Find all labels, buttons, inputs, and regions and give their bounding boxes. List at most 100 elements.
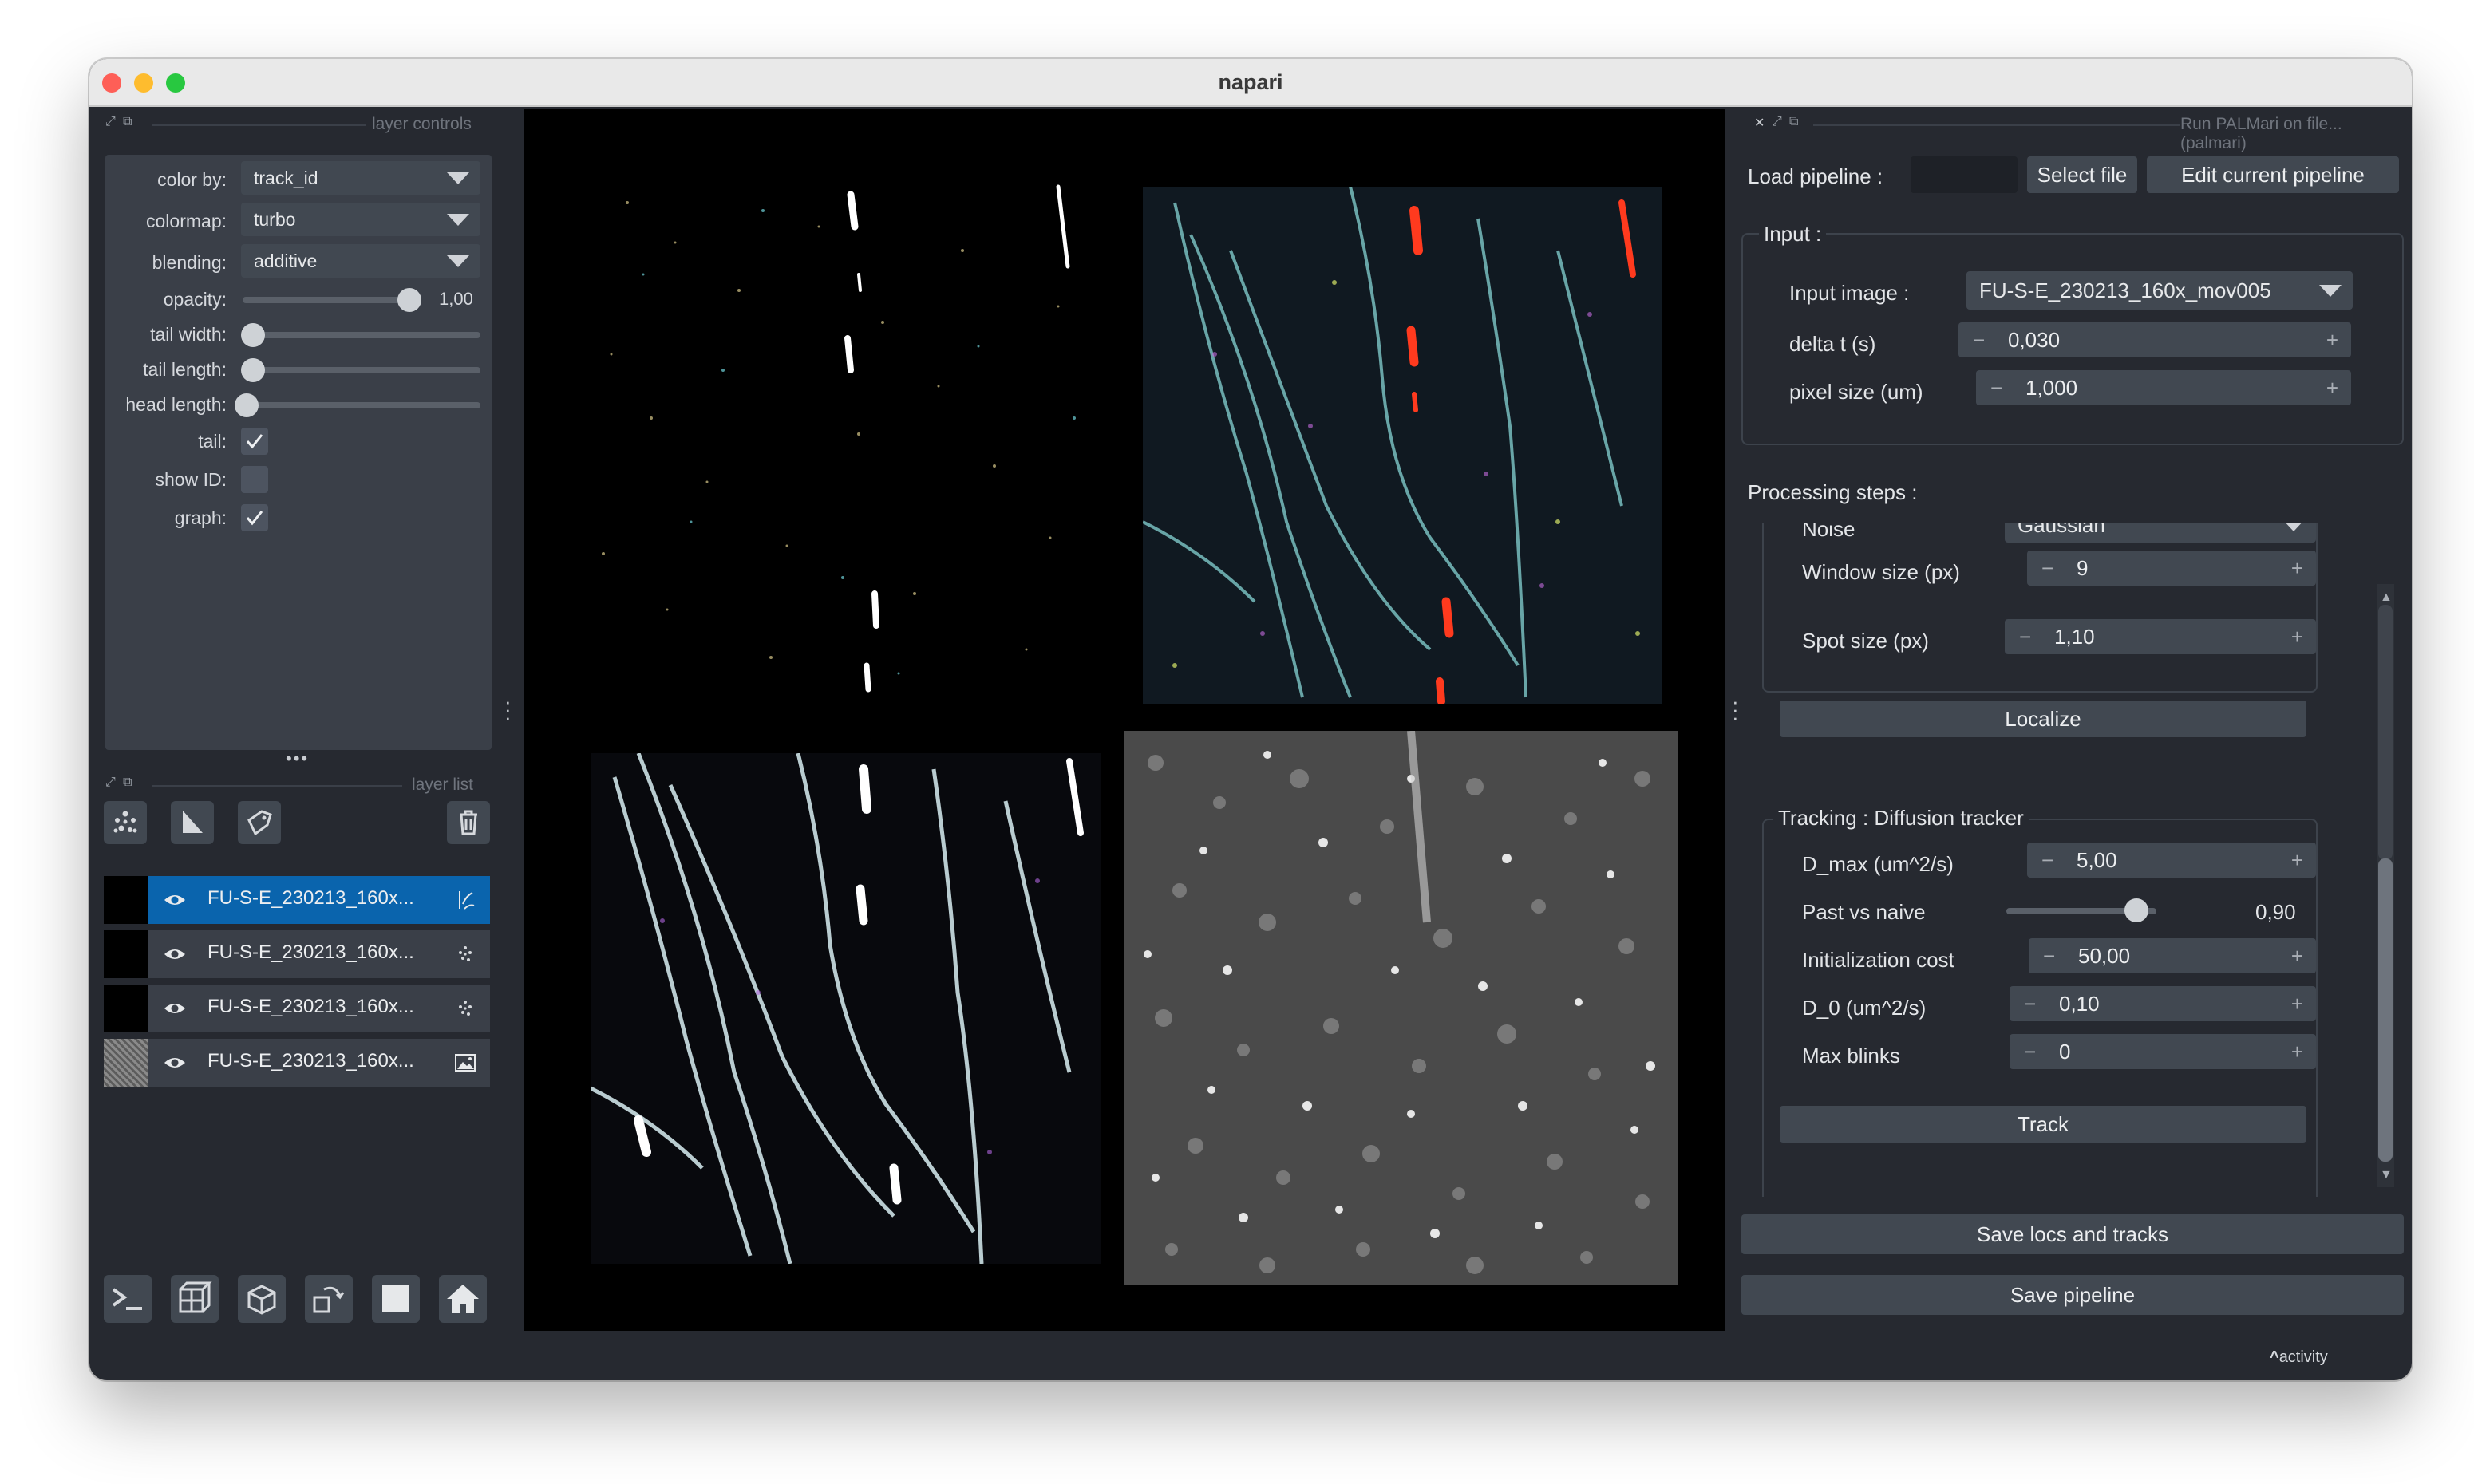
chevron-down-icon xyxy=(447,255,469,267)
new-labels-layer-button[interactable] xyxy=(238,801,281,844)
layer-name[interactable]: FU-S-E_230213_160x... xyxy=(207,887,414,910)
toggle-ndisplay-button[interactable] xyxy=(171,1275,219,1323)
initialization-cost-spinbox[interactable]: − 50,00 + xyxy=(2029,938,2316,973)
increment-icon[interactable]: + xyxy=(2291,1034,2303,1069)
increment-icon[interactable]: + xyxy=(2291,843,2303,878)
dock-close-icon[interactable]: ⧉ xyxy=(1789,115,1798,129)
eye-icon[interactable] xyxy=(163,945,187,964)
layer-row[interactable]: FU-S-E_230213_160x... xyxy=(104,876,490,924)
layer-row[interactable]: FU-S-E_230213_160x... xyxy=(104,1039,490,1087)
increment-icon[interactable]: + xyxy=(2291,986,2303,1021)
select-file-button[interactable]: Select file xyxy=(2027,156,2137,193)
rotate-icon xyxy=(313,1286,345,1313)
blending-dropdown[interactable]: additive xyxy=(241,244,480,278)
d-max-value: 5,00 xyxy=(2077,848,2117,872)
save-pipeline-button[interactable]: Save pipeline xyxy=(1741,1275,2404,1315)
increment-icon[interactable]: + xyxy=(2326,370,2338,405)
tracks-panel-white xyxy=(591,753,1101,1264)
tail-length-slider-handle[interactable] xyxy=(241,358,265,382)
decrement-icon[interactable]: − xyxy=(2024,986,2036,1021)
window-size-spinbox[interactable]: − 9 + xyxy=(2027,551,2316,586)
past-vs-naive-slider-handle[interactable] xyxy=(2124,898,2148,922)
dock-float-icon[interactable]: ⤢ xyxy=(1772,115,1782,129)
head-length-slider[interactable] xyxy=(243,402,480,408)
tail-width-slider-handle[interactable] xyxy=(241,323,265,347)
delta-t-spinbox[interactable]: − 0,030 + xyxy=(1958,322,2351,357)
colormap-dropdown[interactable]: turbo xyxy=(241,203,480,236)
scroll-down-icon[interactable]: ▼ xyxy=(2380,1168,2393,1182)
decrement-icon[interactable]: − xyxy=(1973,322,1985,357)
scrollbar-thumb[interactable] xyxy=(2378,858,2393,1162)
spot-size-spinbox[interactable]: − 1,10 + xyxy=(2005,619,2316,654)
viewer-canvas[interactable] xyxy=(524,109,1725,1331)
title-bar: napari xyxy=(89,59,2412,107)
increment-icon[interactable]: + xyxy=(2291,551,2303,586)
napari-window: napari ⤢ ⧉ layer controls color by: trac… xyxy=(89,59,2412,1380)
localize-button[interactable]: Localize xyxy=(1780,701,2306,737)
dock-float-icon[interactable]: ⤢ xyxy=(105,115,116,129)
processing-steps-scroll-area[interactable]: Noise Gaussian Window size (px) − 9 + Sp… xyxy=(1749,523,2405,1197)
d-max-spinbox[interactable]: − 5,00 + xyxy=(2027,843,2316,878)
dock-splitter-left[interactable]: · · · xyxy=(504,691,512,728)
track-button[interactable]: Track xyxy=(1780,1106,2306,1143)
layer-row[interactable]: FU-S-E_230213_160x... xyxy=(104,930,490,978)
scroll-up-icon[interactable]: ▲ xyxy=(2380,590,2393,605)
eye-icon[interactable] xyxy=(163,890,187,910)
show-id-label: show ID: xyxy=(155,469,227,490)
image-icon xyxy=(455,1054,476,1072)
pipeline-path-field[interactable] xyxy=(1911,156,2018,193)
increment-icon[interactable]: + xyxy=(2291,619,2303,654)
input-image-dropdown[interactable]: FU-S-E_230213_160x_mov005 xyxy=(1966,271,2353,310)
save-locs-and-tracks-button[interactable]: Save locs and tracks xyxy=(1741,1214,2404,1254)
dock-float-icon[interactable]: ⤢ xyxy=(105,776,116,790)
decrement-icon[interactable]: − xyxy=(2041,551,2053,586)
max-blinks-value: 0 xyxy=(2059,1040,2071,1064)
layer-name[interactable]: FU-S-E_230213_160x... xyxy=(207,996,414,1018)
pixel-size-spinbox[interactable]: − 1,000 + xyxy=(1976,370,2351,405)
roll-dimensions-button[interactable] xyxy=(238,1275,286,1323)
dock-close-icon[interactable]: ⧉ xyxy=(123,115,132,129)
close-icon[interactable]: ✕ xyxy=(1754,115,1765,131)
checkmark-icon xyxy=(246,434,263,449)
dock-splitter-right[interactable]: · · · xyxy=(1732,691,1739,728)
grid-cube-icon xyxy=(179,1281,212,1313)
layer-name[interactable]: FU-S-E_230213_160x... xyxy=(207,1050,414,1072)
graph-checkbox[interactable] xyxy=(241,504,268,531)
eye-icon[interactable] xyxy=(163,1053,187,1072)
new-shapes-layer-button[interactable] xyxy=(171,801,214,844)
splitter-handle[interactable]: ••• xyxy=(286,748,309,769)
tail-width-slider[interactable] xyxy=(243,332,480,338)
noise-dropdown[interactable]: Gaussian xyxy=(2005,523,2316,543)
tail-checkbox[interactable] xyxy=(241,428,268,455)
head-length-slider-handle[interactable] xyxy=(235,393,259,417)
decrement-icon[interactable]: − xyxy=(2041,843,2053,878)
dock-close-icon[interactable]: ⧉ xyxy=(123,776,132,790)
max-blinks-spinbox[interactable]: − 0 + xyxy=(2010,1034,2316,1069)
tail-length-slider[interactable] xyxy=(243,367,480,373)
increment-icon[interactable]: + xyxy=(2291,938,2303,973)
decrement-icon[interactable]: − xyxy=(2019,619,2031,654)
edit-pipeline-button[interactable]: Edit current pipeline xyxy=(2147,156,2399,193)
cube-icon xyxy=(247,1285,276,1315)
layer-row[interactable]: FU-S-E_230213_160x... xyxy=(104,985,490,1032)
transpose-button[interactable] xyxy=(305,1275,353,1323)
delete-layer-button[interactable] xyxy=(447,801,490,844)
new-points-layer-button[interactable] xyxy=(104,801,147,844)
opacity-slider-handle[interactable] xyxy=(397,288,421,312)
blending-value: additive xyxy=(254,251,318,271)
show-id-checkbox[interactable] xyxy=(241,466,268,493)
d-0-spinbox[interactable]: − 0,10 + xyxy=(2010,986,2316,1021)
increment-icon[interactable]: + xyxy=(2326,322,2338,357)
color-by-dropdown[interactable]: track_id xyxy=(241,161,480,195)
toggle-grid-button[interactable] xyxy=(372,1275,420,1323)
decrement-icon[interactable]: − xyxy=(1990,370,2002,405)
square-icon xyxy=(382,1285,409,1312)
opacity-slider[interactable] xyxy=(243,297,413,303)
reset-view-button[interactable] xyxy=(439,1275,487,1323)
activity-toggle[interactable]: ^activity xyxy=(2270,1348,2328,1367)
console-button[interactable] xyxy=(104,1275,152,1323)
layer-name[interactable]: FU-S-E_230213_160x... xyxy=(207,941,414,964)
decrement-icon[interactable]: − xyxy=(2043,938,2055,973)
decrement-icon[interactable]: − xyxy=(2024,1034,2036,1069)
eye-icon[interactable] xyxy=(163,999,187,1018)
